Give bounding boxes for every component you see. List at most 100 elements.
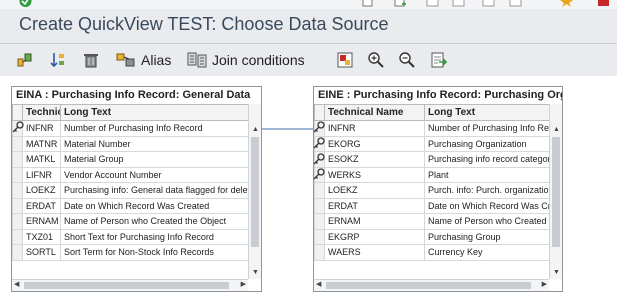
table-eine-title: EINE : Purchasing Info Record: Purchasin… [314, 87, 562, 103]
table-row[interactable]: ERNAMName of Person who Created the Obje… [12, 213, 248, 230]
field-long-text: Number of Purchasing Info Record [424, 120, 549, 137]
alias-label: Alias [141, 52, 172, 68]
field-name: EKGRP [324, 228, 425, 245]
table-row[interactable]: SORTL Sort Term for Non-Stock Info Record… [12, 244, 248, 261]
table-row[interactable]: WAERS Currency Key [314, 244, 549, 261]
field-name: INFNR [22, 120, 61, 137]
table-eine-horizontal-scrollbar[interactable]: ◀ ▶ [314, 279, 549, 291]
scroll-left-icon[interactable]: ◀ [316, 281, 321, 289]
new-session-icon[interactable] [362, 0, 375, 7]
column-header-long-text[interactable]: Long Text [424, 104, 549, 121]
table-row[interactable]: INFNRNumber of Purchasing Info Record [12, 120, 248, 137]
scroll-up-icon[interactable]: ▲ [553, 126, 560, 134]
table-eine-grid: Technical Name Long Text INFNR Number of … [314, 104, 549, 279]
scroll-right-icon[interactable]: ▶ [241, 281, 246, 289]
field-name: EKORG [324, 135, 425, 152]
page-next-icon[interactable] [509, 0, 522, 7]
table-eine-vertical-scrollbar[interactable]: ▲ ▼ [549, 104, 562, 279]
table-row[interactable]: ESOKZ Purchasing info record category [314, 151, 549, 168]
customize-icon[interactable] [597, 0, 610, 7]
join-conditions-button[interactable]: Join conditions [187, 49, 305, 71]
field-long-text: Purchasing Group [424, 228, 549, 245]
key-icon [313, 121, 325, 133]
row-selector[interactable] [12, 166, 23, 183]
row-selector[interactable] [314, 197, 325, 214]
table-eine[interactable]: EINE : Purchasing Info Record: Purchasin… [313, 86, 563, 292]
table-row[interactable]: LOEKZPurch. info: Purch. organization da… [314, 182, 549, 199]
page-first-icon[interactable] [482, 0, 495, 7]
field-name: ERDAT [324, 197, 425, 214]
table-row[interactable]: WERKS Plant [314, 166, 549, 183]
field-long-text: Purchasing Organization [424, 135, 549, 152]
table-row[interactable]: ERDATDate on Which Record Was Created [12, 197, 248, 214]
table-row[interactable]: EKORG Purchasing Organization [314, 135, 549, 152]
field-long-text: Vendor Account Number [60, 166, 248, 183]
export-button[interactable] [430, 49, 448, 71]
legend-button[interactable] [336, 49, 354, 71]
scrollbar-thumb[interactable] [326, 282, 531, 289]
scroll-up-icon[interactable]: ▲ [252, 126, 259, 134]
help-icon[interactable] [426, 0, 439, 7]
row-selector[interactable] [12, 244, 23, 261]
table-row[interactable]: EKGRP Purchasing Group [314, 228, 549, 245]
field-name: LOEKZ [22, 182, 61, 199]
scroll-down-icon[interactable]: ▼ [252, 269, 259, 277]
enter-check-icon[interactable] [19, 0, 32, 7]
scroll-right-icon[interactable]: ▶ [542, 281, 547, 289]
table-row[interactable]: ERNAMName of Person who Created the Obje… [314, 213, 549, 230]
field-long-text: Purch. info: Purch. organization data fl… [424, 182, 549, 199]
row-selector[interactable] [314, 244, 325, 261]
trash-icon [84, 54, 98, 68]
field-name: SORTL [22, 244, 61, 261]
shortcut-icon[interactable] [394, 0, 407, 7]
alias-button[interactable]: Alias [116, 49, 171, 71]
row-selector[interactable] [12, 213, 23, 230]
insert-table-icon [17, 53, 32, 67]
table-row[interactable]: LOEKZ Purchasing info: General data flagg… [12, 182, 248, 199]
row-selector[interactable] [314, 213, 325, 230]
field-name: ERDAT [22, 197, 61, 214]
row-selector[interactable] [314, 228, 325, 245]
insert-table-button[interactable] [16, 49, 34, 71]
scrollbar-thumb[interactable] [24, 282, 229, 289]
row-selector[interactable] [12, 135, 23, 152]
table-row[interactable]: TXZ01 Short Text for Purchasing Info Reco… [12, 228, 248, 245]
row-selector[interactable] [12, 182, 23, 199]
scrollbar-thumb[interactable] [552, 137, 560, 247]
row-selector[interactable] [12, 228, 23, 245]
table-eina[interactable]: EINA : Purchasing Info Record: General D… [11, 86, 262, 292]
row-selector[interactable] [12, 197, 23, 214]
application-toolbar: Alias Join conditions [0, 46, 617, 74]
layout-icon[interactable] [452, 0, 465, 7]
table-eina-grid: Technical Name Long Text INFNRNumber of … [12, 104, 248, 279]
column-header-technical-name[interactable]: Technical Name [22, 104, 61, 121]
legend-icon [337, 52, 353, 68]
column-header-technical-name[interactable]: Technical Name [324, 104, 425, 121]
star-icon[interactable] [560, 0, 573, 7]
key-icon [12, 121, 24, 133]
row-selector[interactable] [12, 151, 23, 168]
scrollbar-thumb[interactable] [251, 137, 259, 247]
sort-icon [50, 53, 64, 68]
field-name: LOEKZ [324, 182, 425, 199]
sort-button[interactable] [49, 49, 67, 71]
table-row[interactable]: LIFNR Vendor Account Number [12, 166, 248, 183]
zoom-out-button[interactable] [398, 49, 416, 71]
column-header-long-text[interactable]: Long Text [60, 104, 248, 121]
title-divider [0, 43, 617, 44]
table-eina-horizontal-scrollbar[interactable]: ◀ ▶ [12, 279, 248, 291]
table-eina-vertical-scrollbar[interactable]: ▲ ▼ [248, 104, 261, 279]
table-row[interactable]: ERDATDate on Which Record Was Created [314, 197, 549, 214]
delete-button[interactable] [82, 49, 100, 71]
scroll-down-icon[interactable]: ▼ [553, 269, 560, 277]
key-icon [313, 168, 325, 180]
field-long-text: Name of Person who Created the Object [60, 213, 248, 230]
scroll-left-icon[interactable]: ◀ [14, 281, 19, 289]
zoom-in-button[interactable] [367, 49, 385, 71]
field-long-text: Material Number [60, 135, 248, 152]
row-selector[interactable] [314, 182, 325, 199]
table-row[interactable]: MATKL Material Group [12, 151, 248, 168]
table-row[interactable]: MATNR Material Number [12, 135, 248, 152]
field-name: ERNAM [22, 213, 61, 230]
table-row[interactable]: INFNRNumber of Purchasing Info Record [314, 120, 549, 137]
